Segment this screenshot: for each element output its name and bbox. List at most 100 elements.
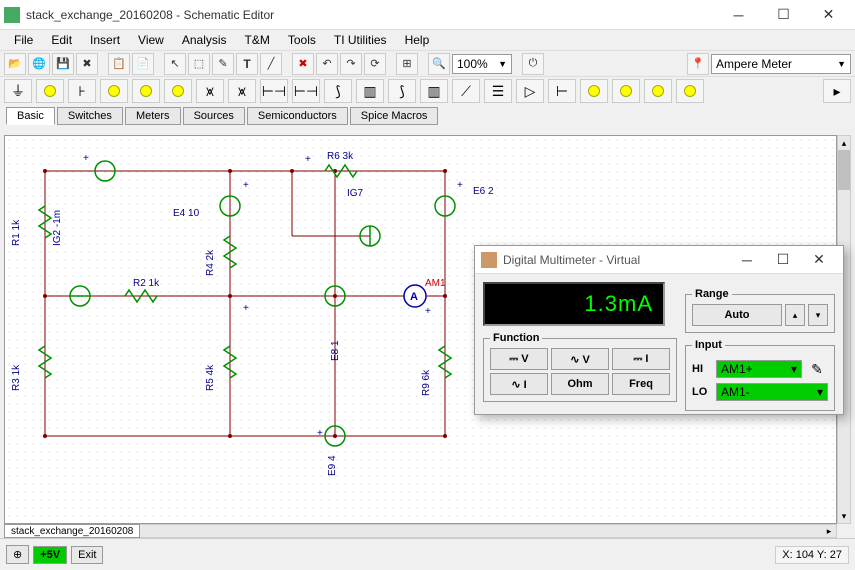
menu-tools[interactable]: Tools xyxy=(280,31,324,49)
probe-pen-icon[interactable]: ✎ xyxy=(806,358,828,380)
svg-text:AM1: AM1 xyxy=(425,278,446,289)
menu-edit[interactable]: Edit xyxy=(43,31,80,49)
pot-icon[interactable]: ⩙ xyxy=(228,79,256,103)
paste-icon[interactable]: 📄 xyxy=(132,53,154,75)
switch-icon[interactable]: ⏻ xyxy=(522,53,544,75)
voltage-indicator[interactable]: +5V xyxy=(33,546,67,564)
junction-icon[interactable]: ⊢ xyxy=(548,79,576,103)
svg-text:R5 4k: R5 4k xyxy=(205,364,216,391)
controlled3-icon[interactable] xyxy=(644,79,672,103)
cap2-icon[interactable]: ⊢⊣ xyxy=(292,79,320,103)
pencil-icon[interactable]: ✎ xyxy=(212,53,234,75)
svg-text:A: A xyxy=(410,291,418,303)
range-down-button[interactable]: ▾ xyxy=(808,304,828,326)
menu-analysis[interactable]: Analysis xyxy=(174,31,235,49)
xform-icon[interactable]: ▥ xyxy=(356,79,384,103)
mm-maximize-button[interactable]: ☐ xyxy=(765,248,801,272)
undo-icon[interactable]: ↶ xyxy=(316,53,338,75)
tab-meters[interactable]: Meters xyxy=(125,107,181,125)
lo-label: LO xyxy=(692,386,712,398)
tab-semiconductors[interactable]: Semiconductors xyxy=(247,107,348,125)
status-icon[interactable]: ⊕ xyxy=(6,545,29,564)
menu-insert[interactable]: Insert xyxy=(82,31,128,49)
diode-icon[interactable]: ▷ xyxy=(516,79,544,103)
coordinates: X: 104 Y: 27 xyxy=(775,546,849,564)
menu-file[interactable]: File xyxy=(6,31,41,49)
controlled2-icon[interactable] xyxy=(612,79,640,103)
function-button[interactable]: ⎓ V xyxy=(490,348,548,370)
source-i-icon[interactable] xyxy=(100,79,128,103)
tab-sources[interactable]: Sources xyxy=(183,107,245,125)
svg-text:+: + xyxy=(243,303,249,314)
minimize-button[interactable]: ─ xyxy=(716,1,761,29)
multimeter-window[interactable]: Digital Multimeter - Virtual ─ ☐ ✕ 1.3mA… xyxy=(474,245,844,415)
battery-icon[interactable]: ⊦ xyxy=(68,79,96,103)
multimeter-display: 1.3mA xyxy=(483,282,665,326)
maximize-button[interactable]: ☐ xyxy=(761,1,806,29)
redo-icon[interactable]: ↷ xyxy=(340,53,362,75)
multimeter-icon xyxy=(481,252,497,268)
copy-icon[interactable]: 📋 xyxy=(108,53,130,75)
relay-icon[interactable]: ☰ xyxy=(484,79,512,103)
range-up-button[interactable]: ▴ xyxy=(785,304,805,326)
app-icon xyxy=(4,7,20,23)
zoom-icon[interactable]: 🔍 xyxy=(428,53,450,75)
text-icon[interactable]: T xyxy=(236,53,258,75)
tab-switches[interactable]: Switches xyxy=(57,107,123,125)
open-icon[interactable]: 📂 xyxy=(4,53,26,75)
select-icon[interactable]: ⬚ xyxy=(188,53,210,75)
range-label: Range xyxy=(692,288,732,300)
inductor-icon[interactable]: ⟆ xyxy=(324,79,352,103)
hi-label: HI xyxy=(692,363,712,375)
controlled1-icon[interactable] xyxy=(580,79,608,103)
svg-text:E4 10: E4 10 xyxy=(173,208,200,219)
more-icon[interactable]: ▸ xyxy=(823,79,851,103)
hi-select[interactable]: AM1+▾ xyxy=(716,360,802,378)
close-button[interactable]: ✕ xyxy=(806,1,851,29)
svg-text:+: + xyxy=(83,153,89,164)
menu-help[interactable]: Help xyxy=(397,31,438,49)
controlled4-icon[interactable] xyxy=(676,79,704,103)
rotate-icon[interactable]: ⟳ xyxy=(364,53,386,75)
tab-basic[interactable]: Basic xyxy=(6,107,55,125)
close-file-icon[interactable]: ✖ xyxy=(76,53,98,75)
resistor-icon[interactable]: ⩙ xyxy=(196,79,224,103)
menu-tm[interactable]: T&M xyxy=(237,31,278,49)
range-auto-button[interactable]: Auto xyxy=(692,304,782,326)
tab-spice-macros[interactable]: Spice Macros xyxy=(350,107,439,125)
function-button[interactable]: Ohm xyxy=(551,373,609,395)
menu-view[interactable]: View xyxy=(130,31,172,49)
wire-icon[interactable]: ╱ xyxy=(260,53,282,75)
ground-icon[interactable]: ⏚ xyxy=(4,79,32,103)
menu-tiutilities[interactable]: TI Utilities xyxy=(326,31,395,49)
globe-icon[interactable]: 🌐 xyxy=(28,53,50,75)
source-v-icon[interactable] xyxy=(36,79,64,103)
svg-text:E9 4: E9 4 xyxy=(327,455,338,476)
source-ac-i-icon[interactable] xyxy=(164,79,192,103)
svg-text:IG7: IG7 xyxy=(347,188,364,199)
cursor-icon[interactable]: ↖ xyxy=(164,53,186,75)
function-button[interactable]: ⎓ I xyxy=(612,348,670,370)
exit-button[interactable]: Exit xyxy=(71,546,103,564)
switch-icon[interactable]: ⟋ xyxy=(452,79,480,103)
document-tab[interactable]: stack_exchange_20160208 xyxy=(4,524,140,538)
inductor2-icon[interactable]: ⟆ xyxy=(388,79,416,103)
function-button[interactable]: Freq xyxy=(612,373,670,395)
component-tabs: BasicSwitchesMetersSourcesSemiconductors… xyxy=(0,105,855,127)
delete-icon[interactable]: ✖ xyxy=(292,53,314,75)
function-button[interactable]: ∿ V xyxy=(551,348,609,370)
grid-icon[interactable]: ⊞ xyxy=(396,53,418,75)
source-ac-v-icon[interactable] xyxy=(132,79,160,103)
save-icon[interactable]: 💾 xyxy=(52,53,74,75)
function-button[interactable]: ∿ I xyxy=(490,373,548,395)
menu-bar: FileEditInsertViewAnalysisT&MToolsTI Uti… xyxy=(0,30,855,50)
cap-icon[interactable]: ⊢⊣ xyxy=(260,79,288,103)
mm-minimize-button[interactable]: ─ xyxy=(729,248,765,272)
svg-text:+: + xyxy=(457,180,463,191)
zoom-combo[interactable]: 100%▼ xyxy=(452,54,512,74)
lo-select[interactable]: AM1-▾ xyxy=(716,383,828,401)
device-combo[interactable]: Ampere Meter▼ xyxy=(711,54,851,74)
mm-close-button[interactable]: ✕ xyxy=(801,248,837,272)
probe-icon[interactable]: 📍 xyxy=(687,53,709,75)
xform2-icon[interactable]: ▥ xyxy=(420,79,448,103)
